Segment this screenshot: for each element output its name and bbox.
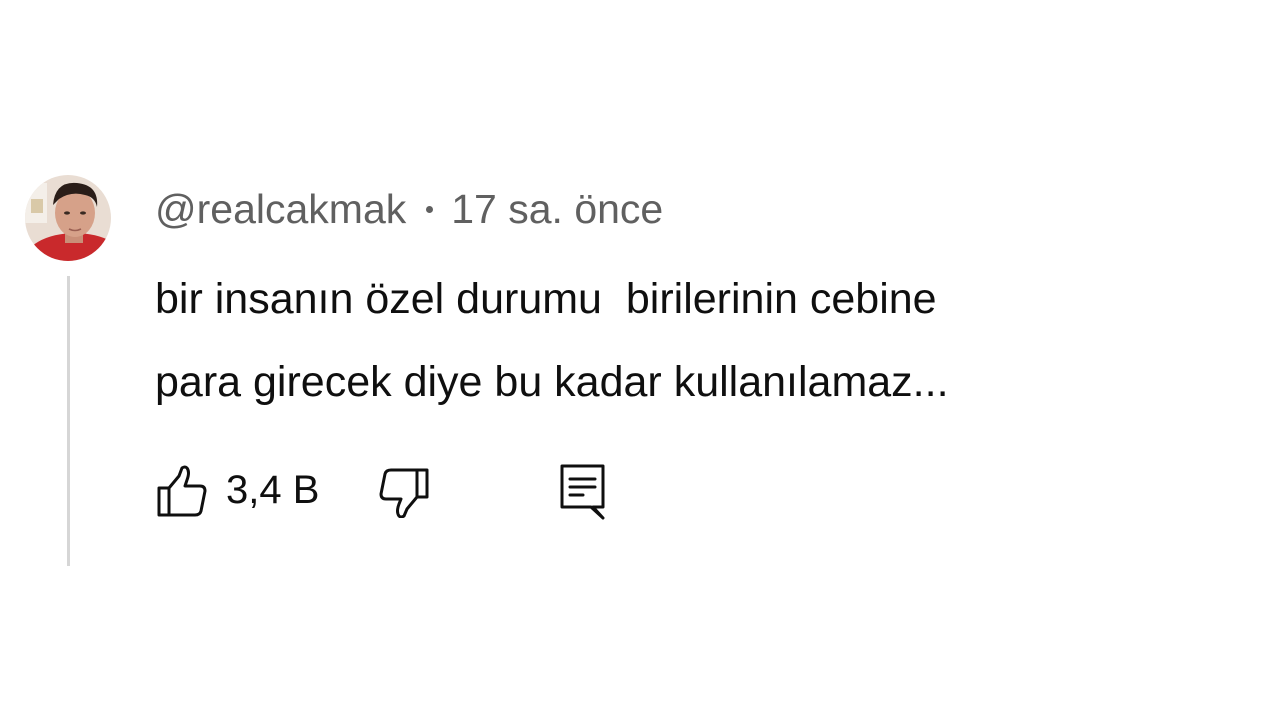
author-handle[interactable]: @realcakmak — [155, 186, 406, 233]
comment-text-line-2: para girecek diye bu kadar kullanılamaz.… — [155, 358, 949, 406]
separator-dot — [426, 205, 434, 213]
comment-reply-icon — [560, 464, 605, 520]
comment-card: @realcakmak 17 sa. önce bir insanın özel… — [0, 0, 1280, 720]
thread-line — [67, 276, 70, 566]
like-count: 3,4 B — [226, 468, 320, 512]
avatar[interactable] — [25, 175, 111, 261]
comment-actions: 3,4 B — [155, 462, 655, 520]
thumbs-down-icon — [379, 468, 429, 518]
dislike-button[interactable] — [377, 464, 431, 518]
thumbs-up-icon — [157, 465, 207, 517]
like-button[interactable] — [155, 464, 209, 518]
reply-button[interactable] — [557, 462, 609, 520]
comment-text: bir insanın özel durumu birilerinin cebi… — [155, 258, 1255, 424]
comment-timestamp[interactable]: 17 sa. önce — [451, 186, 663, 233]
comment-header: @realcakmak 17 sa. önce — [155, 184, 663, 234]
comment-text-line-1: bir insanın özel durumu birilerinin cebi… — [155, 275, 937, 323]
avatar-image — [25, 175, 111, 261]
